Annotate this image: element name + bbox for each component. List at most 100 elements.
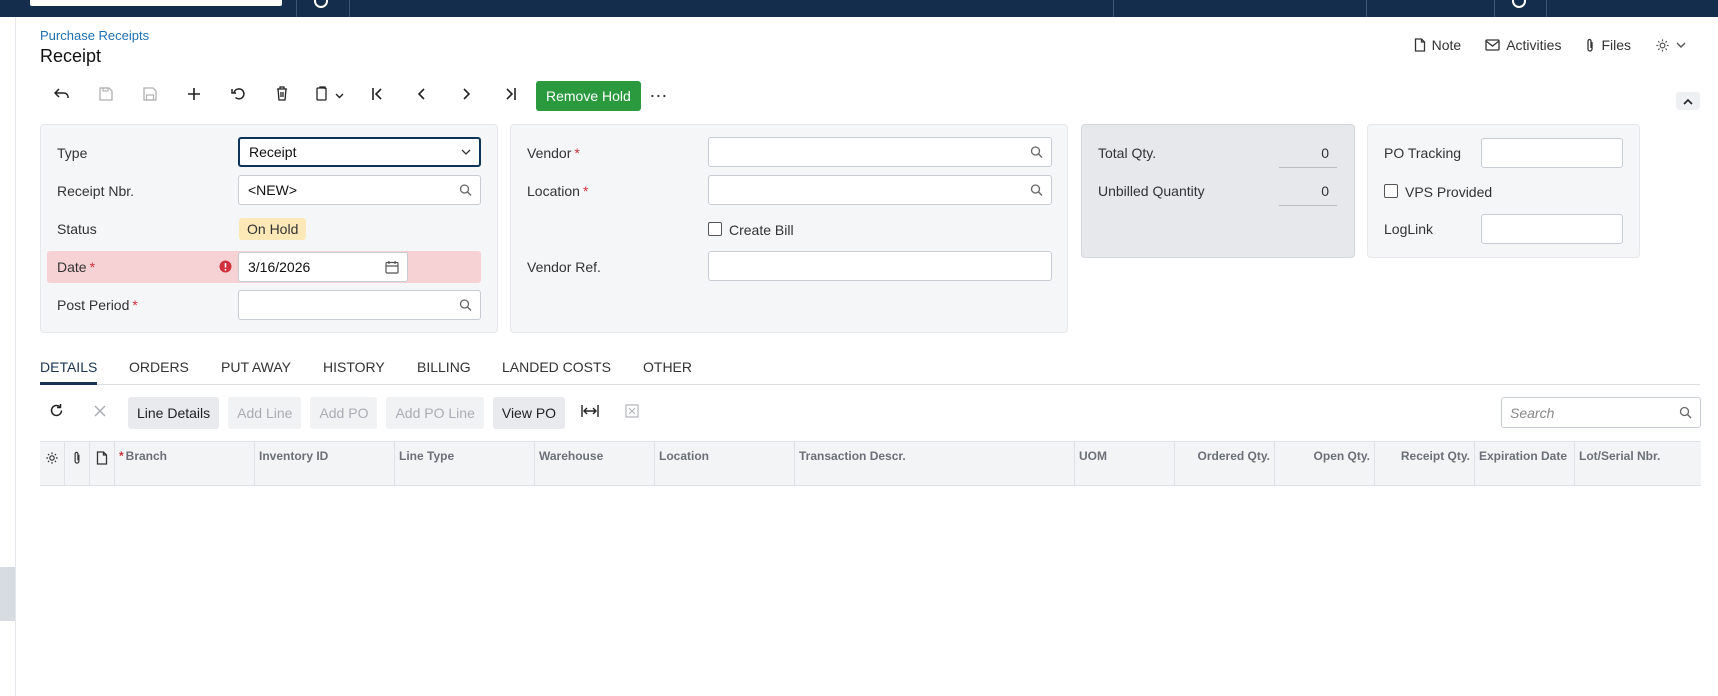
column-inventory-id[interactable]: Inventory ID <box>255 442 395 486</box>
first-page-icon <box>371 87 385 106</box>
last-page-icon <box>503 87 517 106</box>
location-field[interactable] <box>708 175 1052 205</box>
column-location[interactable]: Location <box>655 442 795 486</box>
clipboard-icon <box>316 86 329 106</box>
column-warehouse[interactable]: Warehouse <box>535 442 655 486</box>
vendor-field[interactable] <box>708 137 1052 167</box>
delete-button[interactable] <box>260 80 304 112</box>
next-record-button[interactable] <box>444 80 488 112</box>
global-search-input[interactable] <box>30 0 282 6</box>
search-icon[interactable] <box>1030 184 1043 197</box>
column-receipt-qty[interactable]: Receipt Qty. <box>1375 442 1475 486</box>
column-uom[interactable]: UOM <box>1075 442 1175 486</box>
receipt-nbr-field[interactable]: <NEW> <box>238 175 481 205</box>
tab-landed-costs[interactable]: LANDED COSTS <box>502 359 611 385</box>
tab-details[interactable]: DETAILS <box>40 359 98 385</box>
refresh-icon <box>49 403 64 423</box>
add-new-button[interactable] <box>172 80 216 112</box>
plus-icon <box>187 87 201 106</box>
breadcrumb[interactable]: Purchase Receipts <box>40 28 149 43</box>
files-button[interactable]: Files <box>1573 36 1643 54</box>
grid-settings-button[interactable] <box>40 442 65 486</box>
tab-billing[interactable]: BILLING <box>417 359 471 385</box>
column-expiration-date[interactable]: Expiration Date <box>1475 442 1575 486</box>
tab-history[interactable]: HISTORY <box>323 359 385 385</box>
fit-width-icon <box>581 404 599 423</box>
clipboard-menu-button[interactable] <box>304 80 356 112</box>
tab-orders[interactable]: ORDERS <box>129 359 189 385</box>
notifications-icon[interactable] <box>1512 0 1526 8</box>
first-record-button[interactable] <box>356 80 400 112</box>
receipt-nbr-label: Receipt Nbr. <box>57 183 135 199</box>
vendor-ref-label: Vendor Ref. <box>527 259 601 275</box>
add-po-button[interactable]: Add PO <box>310 397 378 429</box>
last-record-button[interactable] <box>488 80 532 112</box>
page-title: Receipt <box>40 46 102 66</box>
export-excel-button[interactable] <box>616 397 648 429</box>
type-value: Receipt <box>249 144 297 160</box>
column-ordered-qty[interactable]: Ordered Qty. <box>1175 442 1275 486</box>
nav-divider <box>1366 0 1367 17</box>
date-value: 3/16/2026 <box>248 259 311 275</box>
activities-button[interactable]: Activities <box>1473 36 1573 54</box>
vps-provided-label: VPS Provided <box>1405 184 1493 200</box>
date-label: Date * <box>57 259 95 275</box>
save-close-icon <box>99 86 113 106</box>
gear-icon <box>1655 38 1670 53</box>
grid-search-input[interactable]: Search <box>1501 397 1701 428</box>
search-icon <box>1679 406 1692 422</box>
create-bill-checkbox[interactable] <box>708 222 722 236</box>
nav-divider <box>1494 0 1495 17</box>
vendor-ref-field[interactable] <box>708 251 1052 281</box>
calendar-icon[interactable] <box>385 260 399 274</box>
grid-search-placeholder: Search <box>1510 404 1555 421</box>
more-actions-button[interactable]: ⋯ <box>641 80 677 112</box>
refresh-button[interactable] <box>40 397 72 429</box>
location-label-text: Location <box>527 183 580 199</box>
previous-record-button[interactable] <box>400 80 444 112</box>
line-details-button[interactable]: Line Details <box>128 397 220 429</box>
total-qty-underline <box>1279 167 1337 168</box>
location-label: Location * <box>527 183 588 199</box>
cancel-changes-button[interactable] <box>216 80 260 112</box>
save-close-button[interactable] <box>84 80 128 112</box>
save-button[interactable] <box>128 80 172 112</box>
tab-other[interactable]: OTHER <box>643 359 692 385</box>
tab-put-away[interactable]: PUT AWAY <box>221 359 291 385</box>
search-icon[interactable] <box>459 299 472 312</box>
chevron-down-icon <box>461 149 471 155</box>
date-field[interactable]: 3/16/2026 <box>238 252 408 282</box>
help-icon[interactable] <box>314 0 328 8</box>
remove-hold-button[interactable]: Remove Hold <box>536 81 641 111</box>
notes-column <box>90 442 115 486</box>
po-tracking-field[interactable] <box>1481 138 1623 168</box>
column-lot-serial-nbr[interactable]: Lot/Serial Nbr. <box>1575 442 1701 486</box>
grid-toolbar: Line Details Add Line Add PO Add PO Line… <box>40 397 660 429</box>
delete-row-button[interactable] <box>84 397 116 429</box>
add-po-line-button[interactable]: Add PO Line <box>386 397 484 429</box>
add-line-button[interactable]: Add Line <box>228 397 302 429</box>
required-marker: * <box>574 145 580 161</box>
settings-menu-button[interactable] <box>1643 36 1698 54</box>
column-line-type[interactable]: Line Type <box>395 442 535 486</box>
post-period-field[interactable] <box>238 290 481 320</box>
column-branch[interactable]: * Branch <box>115 442 255 486</box>
type-select[interactable]: Receipt <box>238 137 481 167</box>
column-transaction-descr[interactable]: Transaction Descr. <box>795 442 1075 486</box>
back-button[interactable] <box>40 80 84 112</box>
search-icon[interactable] <box>1030 146 1043 159</box>
post-period-label: Post Period * <box>57 297 138 313</box>
note-icon <box>1414 38 1426 52</box>
create-bill-label: Create Bill <box>729 222 794 238</box>
date-label-text: Date <box>57 259 87 275</box>
loglink-field[interactable] <box>1481 214 1623 244</box>
vps-provided-checkbox[interactable] <box>1384 184 1398 198</box>
view-po-button[interactable]: View PO <box>492 397 566 429</box>
note-button[interactable]: Note <box>1402 36 1474 54</box>
collapse-summary-button[interactable] <box>1676 92 1700 110</box>
column-open-qty[interactable]: Open Qty. <box>1275 442 1375 486</box>
chevron-up-icon <box>1683 92 1693 110</box>
unbilled-qty-value: 0 <box>1321 183 1329 199</box>
search-icon[interactable] <box>459 184 472 197</box>
fit-columns-button[interactable] <box>574 397 606 429</box>
